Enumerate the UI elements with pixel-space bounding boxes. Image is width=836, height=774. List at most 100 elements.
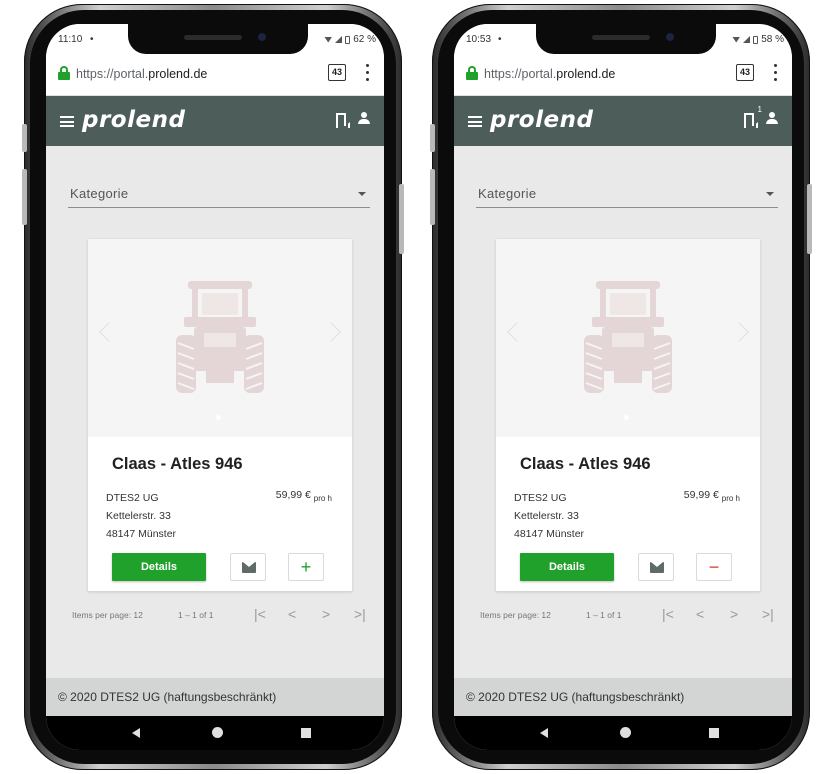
bookmark-count-badge: 1 (757, 105, 762, 114)
provider-city: 48147 Münster (514, 528, 585, 540)
paginator: Items per page: 12 1 – 1 of 1 |< < > >| (46, 604, 384, 628)
provider-name: DTES2 UG (514, 492, 567, 504)
home-icon[interactable] (620, 727, 631, 738)
carousel-next-icon[interactable] (321, 322, 341, 342)
first-page-icon[interactable]: |< (662, 606, 674, 622)
phone-mockup-right: 10:53 • 58 % https://portal.prolend.de 4… (430, 4, 812, 770)
wifi-icon (324, 36, 333, 43)
status-dot: • (498, 34, 502, 45)
bookmark-icon[interactable] (744, 113, 754, 126)
details-button[interactable]: Details (112, 553, 206, 581)
browser-url-bar[interactable]: https://portal.prolend.de 43 (46, 54, 384, 96)
status-time: 10:53 (466, 34, 492, 45)
battery-icon (345, 35, 351, 44)
previous-page-icon[interactable]: < (288, 606, 296, 622)
prolend-logo[interactable]: prolend (82, 107, 185, 133)
carousel-indicator[interactable] (216, 415, 221, 420)
browser-menu-icon[interactable] (774, 64, 778, 81)
next-page-icon[interactable]: > (322, 606, 330, 622)
provider-city: 48147 Münster (106, 528, 177, 540)
previous-page-icon[interactable]: < (696, 606, 704, 622)
first-page-icon[interactable]: |< (254, 606, 266, 622)
recent-apps-icon[interactable] (709, 728, 719, 738)
product-image-carousel[interactable] (496, 239, 760, 437)
items-per-page[interactable]: Items per page: 12 (480, 610, 551, 620)
account-icon[interactable] (358, 112, 370, 125)
lock-icon (466, 66, 478, 80)
items-per-page[interactable]: Items per page: 12 (72, 610, 143, 620)
contact-mail-button[interactable] (230, 553, 266, 581)
provider-street: Kettelerstr. 33 (106, 510, 171, 522)
carousel-prev-icon[interactable] (99, 322, 119, 342)
home-icon[interactable] (212, 727, 223, 738)
carousel-prev-icon[interactable] (507, 322, 527, 342)
menu-icon[interactable] (60, 116, 74, 127)
notch (536, 24, 716, 54)
prolend-logo[interactable]: prolend (490, 107, 593, 133)
url-text[interactable]: https://portal.prolend.de (76, 67, 207, 81)
bookmark-toggle-button[interactable]: − (696, 553, 732, 581)
mail-icon (242, 562, 256, 573)
wifi-icon (732, 36, 741, 43)
provider-address: DTES2 UG Kettelerstr. 33 48147 Münster (106, 489, 176, 543)
page-range: 1 – 1 of 1 (178, 610, 214, 620)
price-unit: pro h (313, 494, 332, 504)
url-text[interactable]: https://portal.prolend.de (484, 67, 615, 81)
battery-level: 62 % (353, 34, 376, 45)
notch (128, 24, 308, 54)
volume-button (430, 169, 435, 225)
browser-menu-icon[interactable] (366, 64, 370, 81)
product-card: Claas - Atles 946 DTES2 UG Kettelerstr. … (88, 239, 352, 591)
category-select[interactable]: Kategorie (476, 184, 778, 208)
volume-button (22, 124, 27, 152)
app-header: prolend 1 (454, 96, 792, 146)
bookmark-icon[interactable] (336, 113, 346, 126)
menu-icon[interactable] (468, 116, 482, 127)
tab-count-button[interactable]: 43 (328, 64, 346, 81)
back-icon[interactable] (132, 728, 140, 738)
category-select[interactable]: Kategorie (68, 184, 370, 208)
page-range: 1 – 1 of 1 (586, 610, 622, 620)
product-price: 59,99 € pro h (684, 489, 740, 503)
tab-count-button[interactable]: 43 (736, 64, 754, 81)
back-icon[interactable] (540, 728, 548, 738)
product-title: Claas - Atles 946 (112, 455, 243, 473)
page-footer: © 2020 DTES2 UG (haftungsbeschränkt) (46, 678, 384, 716)
provider-address: DTES2 UG Kettelerstr. 33 48147 Münster (514, 489, 584, 543)
chevron-down-icon (358, 192, 366, 196)
phone-mockup-left: 11:10 • 62 % https://portal.prolend.de 4… (22, 4, 404, 770)
category-label: Kategorie (70, 186, 129, 201)
app-header: prolend (46, 96, 384, 146)
tractor-icon (176, 281, 264, 393)
power-button (399, 184, 404, 254)
details-button[interactable]: Details (520, 553, 614, 581)
contact-mail-button[interactable] (638, 553, 674, 581)
category-label: Kategorie (478, 186, 537, 201)
carousel-next-icon[interactable] (729, 322, 749, 342)
phone-screen: 10:53 • 58 % https://portal.prolend.de 4… (454, 24, 792, 750)
carousel-indicator[interactable] (624, 415, 629, 420)
volume-button (430, 124, 435, 152)
bookmark-toggle-button[interactable]: + (288, 553, 324, 581)
battery-icon (753, 35, 759, 44)
android-nav-bar (454, 716, 792, 750)
product-title: Claas - Atles 946 (520, 455, 651, 473)
last-page-icon[interactable]: >| (762, 606, 774, 622)
recent-apps-icon[interactable] (301, 728, 311, 738)
provider-street: Kettelerstr. 33 (514, 510, 579, 522)
product-price: 59,99 € pro h (276, 489, 332, 503)
account-icon[interactable] (766, 112, 778, 125)
browser-url-bar[interactable]: https://portal.prolend.de 43 (454, 54, 792, 96)
provider-name: DTES2 UG (106, 492, 159, 504)
price-unit: pro h (721, 494, 740, 504)
power-button (807, 184, 812, 254)
tractor-icon (584, 281, 672, 393)
product-image-carousel[interactable] (88, 239, 352, 437)
volume-button (22, 169, 27, 225)
price-value: 59,99 € (683, 489, 719, 501)
android-nav-bar (46, 716, 384, 750)
next-page-icon[interactable]: > (730, 606, 738, 622)
last-page-icon[interactable]: >| (354, 606, 366, 622)
paginator: Items per page: 12 1 – 1 of 1 |< < > >| (454, 604, 792, 628)
signal-icon (335, 36, 343, 43)
